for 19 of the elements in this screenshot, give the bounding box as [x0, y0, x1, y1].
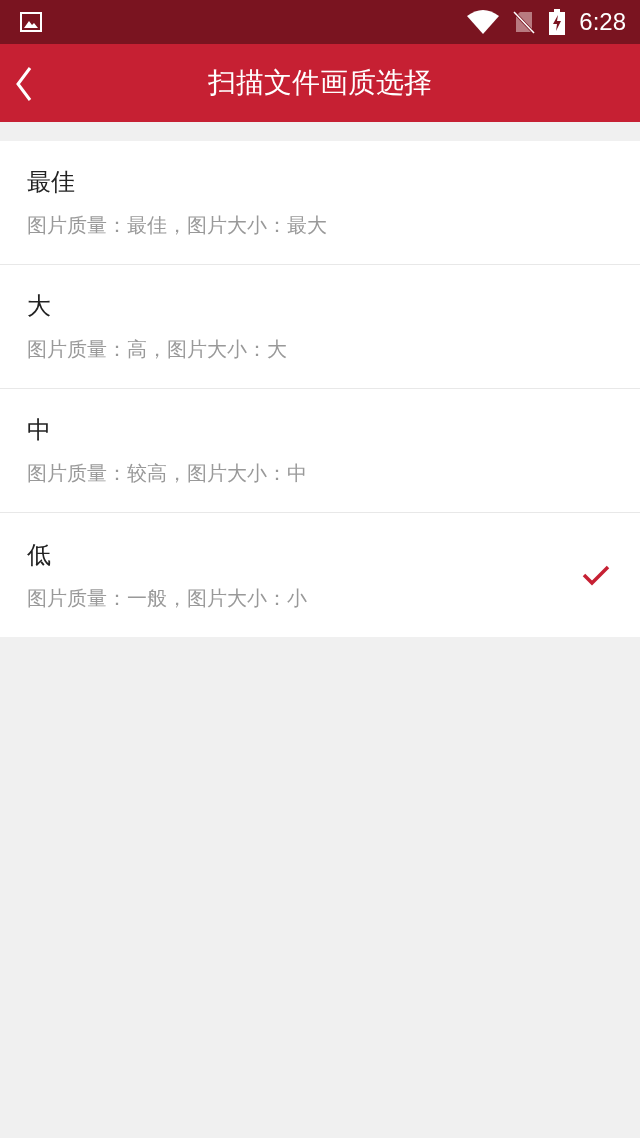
quality-option[interactable]: 中 图片质量：较高，图片大小：中: [0, 389, 640, 513]
option-description: 图片质量：最佳，图片大小：最大: [27, 212, 328, 239]
option-description: 图片质量：较高，图片大小：中: [27, 460, 308, 487]
option-title: 最佳: [27, 167, 76, 198]
option-title: 大: [27, 291, 52, 322]
clock-time: 6:28: [579, 8, 626, 36]
quality-option[interactable]: 最佳 图片质量：最佳，图片大小：最大: [0, 141, 640, 265]
quality-option[interactable]: 大 图片质量：高，图片大小：大: [0, 265, 640, 389]
option-description: 图片质量：高，图片大小：大: [27, 336, 288, 363]
wifi-icon: [467, 10, 500, 34]
checkmark-icon: [582, 564, 610, 586]
page-title: 扫描文件画质选择: [208, 65, 432, 101]
option-title: 低: [27, 539, 52, 571]
option-title: 中: [27, 415, 52, 446]
image-icon: [20, 12, 42, 32]
quality-option[interactable]: 低 图片质量：一般，图片大小：小: [0, 513, 640, 637]
no-sim-icon: [513, 10, 536, 34]
battery-charging-icon: [549, 9, 566, 35]
option-description: 图片质量：一般，图片大小：小: [27, 584, 308, 612]
